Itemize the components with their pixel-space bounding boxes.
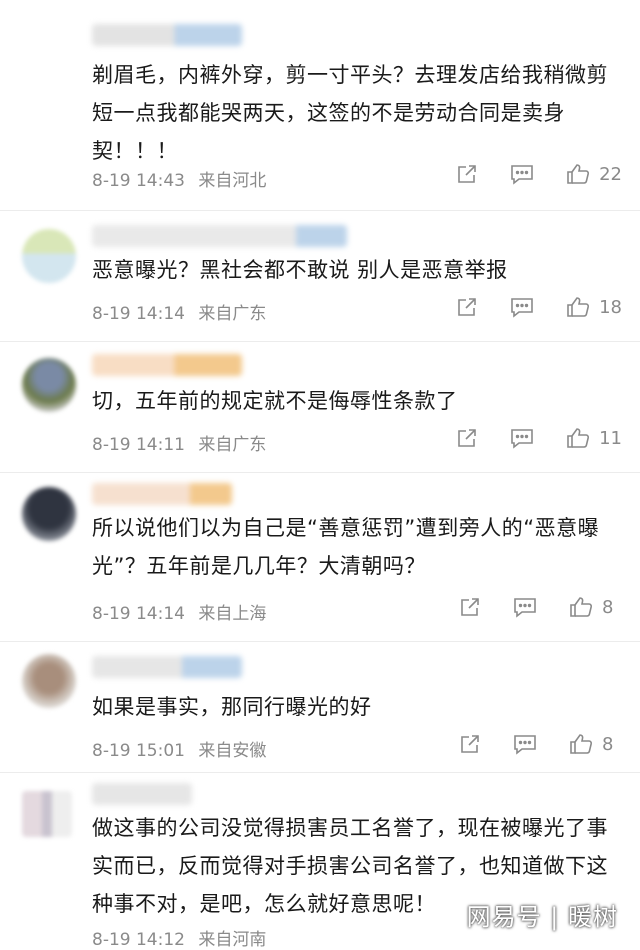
comment-icon [511, 429, 533, 449]
like-button[interactable]: 18 [565, 295, 622, 319]
avatar[interactable] [22, 487, 76, 541]
share-icon [458, 165, 476, 183]
like-count: 22 [599, 163, 622, 185]
comment-text: 如果是事实，那同行曝光的好 [92, 695, 372, 719]
share-button[interactable] [458, 595, 482, 619]
like-button[interactable]: 22 [565, 162, 622, 186]
share-icon [461, 735, 479, 753]
comment-item: 所以说他们以为自己是“善意惩罚”遭到旁人的“恶意曝光”？五年前是几几年？大清朝吗… [0, 473, 640, 642]
comment-date: 8-19 14:14 [92, 604, 185, 624]
like-count: 18 [599, 296, 622, 318]
comment-list: 剃眉毛，内裤外穿，剪一寸平头？去理发店给我稍微剪短一点我都能哭两天，这签的不是劳… [0, 0, 640, 950]
comment-location: 来自河北 [198, 171, 267, 191]
username-blurred[interactable] [92, 656, 242, 678]
comment-location: 来自安徽 [198, 741, 267, 761]
like-button[interactable]: 8 [568, 595, 622, 619]
thumbs-up-icon [570, 734, 593, 754]
thumbs-up-icon [567, 297, 590, 317]
comment-actions: 18 [455, 295, 622, 319]
comment-text: 切，五年前的规定就不是侮辱性条款了 [92, 389, 458, 413]
like-count: 8 [602, 733, 614, 755]
comment-item: 切，五年前的规定就不是侮辱性条款了 8-19 14:11 来自广东 11 [0, 342, 640, 473]
comment-meta: 8-19 14:14 来自广东 [92, 299, 274, 324]
avatar[interactable] [22, 791, 72, 837]
reply-button[interactable] [509, 162, 535, 186]
comment-item: 恶意曝光？黑社会都不敢说 别人是恶意举报 8-19 14:14 来自广东 18 [0, 211, 640, 342]
share-icon [458, 429, 476, 447]
comment-location: 来自广东 [198, 304, 267, 324]
comment-meta: 8-19 15:01 来自安徽 [92, 736, 274, 761]
like-count: 11 [599, 427, 622, 449]
share-icon [461, 598, 479, 616]
comment-item: 如果是事实，那同行曝光的好 8-19 15:01 来自安徽 8 [0, 642, 640, 773]
comment-actions: 11 [455, 426, 622, 450]
comment-item: 剃眉毛，内裤外穿，剪一寸平头？去理发店给我稍微剪短一点我都能哭两天，这签的不是劳… [0, 0, 640, 211]
comment-icon [511, 165, 533, 185]
watermark: 网易号 | 暖树 [466, 903, 618, 931]
share-button[interactable] [455, 162, 479, 186]
like-count: 8 [602, 596, 614, 618]
comment-location: 来自上海 [198, 604, 267, 624]
username-blurred[interactable] [92, 783, 192, 805]
comment-date: 8-19 14:43 [92, 171, 185, 191]
avatar[interactable] [22, 358, 76, 412]
like-button[interactable]: 8 [568, 732, 622, 756]
thumbs-up-icon [567, 428, 590, 448]
username-blurred[interactable] [92, 225, 347, 247]
reply-button[interactable] [509, 295, 535, 319]
username-blurred[interactable] [92, 483, 232, 505]
comment-actions: 8 [458, 732, 622, 756]
share-button[interactable] [455, 295, 479, 319]
comment-date: 8-19 14:14 [92, 304, 185, 324]
comment-meta: 8-19 14:12 来自河南 [92, 925, 274, 950]
comment-text: 恶意曝光？黑社会都不敢说 别人是恶意举报 [92, 258, 508, 282]
avatar[interactable] [22, 654, 76, 708]
comment-date: 8-19 15:01 [92, 741, 185, 761]
comment-text: 剃眉毛，内裤外穿，剪一寸平头？去理发店给我稍微剪短一点我都能哭两天，这签的不是劳… [92, 63, 608, 163]
username-blurred[interactable] [92, 24, 242, 46]
comment-location: 来自广东 [198, 435, 267, 455]
comment-actions: 22 [455, 162, 622, 186]
username-blurred[interactable] [92, 354, 242, 376]
comment-meta: 8-19 14:14 来自上海 [92, 599, 274, 624]
share-button[interactable] [458, 732, 482, 756]
like-button[interactable]: 11 [565, 426, 622, 450]
avatar[interactable] [22, 229, 76, 283]
comment-location: 来自河南 [198, 930, 267, 950]
comment-date: 8-19 14:11 [92, 435, 185, 455]
share-button[interactable] [455, 426, 479, 450]
share-icon [458, 298, 476, 316]
comment-icon [514, 598, 536, 618]
reply-button[interactable] [512, 732, 538, 756]
thumbs-up-icon [570, 597, 593, 617]
comment-actions: 8 [458, 595, 622, 619]
reply-button[interactable] [512, 595, 538, 619]
reply-button[interactable] [509, 426, 535, 450]
comment-date: 8-19 14:12 [92, 930, 185, 950]
comment-icon [511, 298, 533, 318]
comment-text: 所以说他们以为自己是“善意惩罚”遭到旁人的“恶意曝光”？五年前是几几年？大清朝吗… [92, 516, 600, 578]
comment-meta: 8-19 14:11 来自广东 [92, 430, 274, 455]
comment-meta: 8-19 14:43 来自河北 [92, 166, 274, 191]
comment-icon [514, 735, 536, 755]
thumbs-up-icon [567, 164, 590, 184]
